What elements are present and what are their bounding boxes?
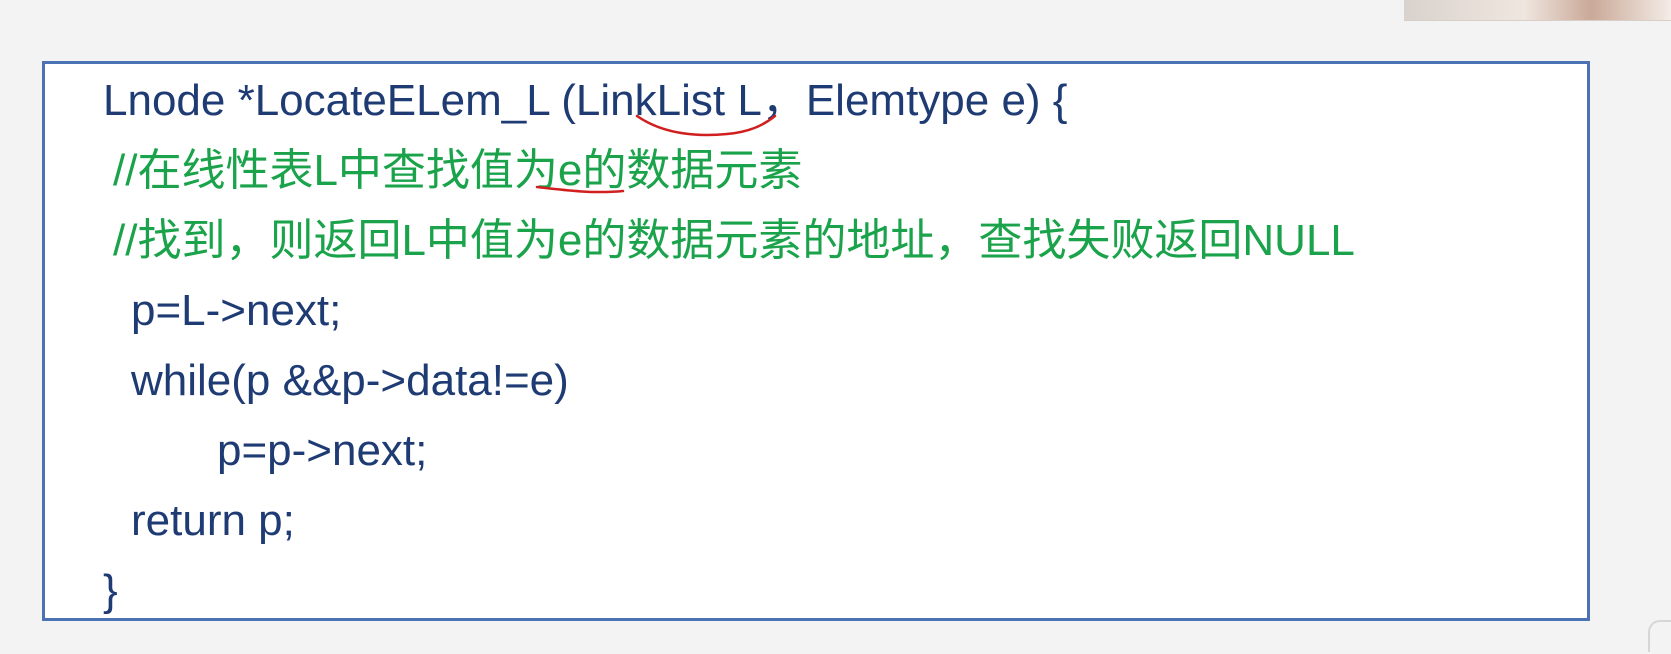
code-panel: Lnode *LocateELem_L (LinkList L，Elemtype… [42,61,1590,621]
code-comment-search: //在线性表L中查找值为e的数据元素 [113,146,803,195]
code-line-return: return p; [131,496,295,545]
code-line-function-signature: Lnode *LocateELem_L (LinkList L，Elemtype… [103,76,1068,125]
webcam-thumbnail [1404,0,1671,21]
code-line-closing-brace: } [103,566,118,615]
scroll-indicator [1648,620,1671,652]
code-comment-return: //找到，则返回L中值为e的数据元素的地址，查找失败返回NULL [113,216,1355,265]
code-line-advance: p=p->next; [217,426,428,475]
code-line-init: p=L->next; [131,286,342,335]
code-line-while: while(p &&p->data!=e) [131,356,569,405]
